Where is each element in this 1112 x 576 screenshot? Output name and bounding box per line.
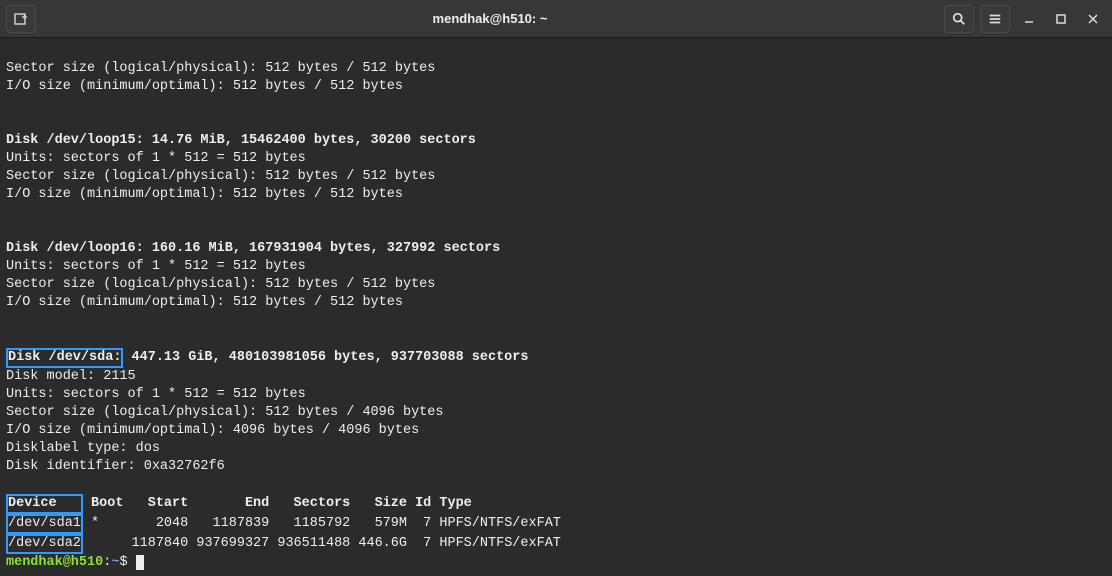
output-line: Disk identifier: 0xa32762f6 [6,459,225,474]
titlebar: mendhak@h510: ~ [0,0,1112,38]
prompt-user: mendhak@h510 [6,555,103,570]
output-line: Disklabel type: dos [6,441,160,456]
table-row-rest: * 2048 1187839 1185792 579M 7 HPFS/NTFS/… [83,516,561,531]
output-line: I/O size (minimum/optimal): 512 bytes / … [6,295,403,310]
close-button[interactable] [1080,6,1106,32]
output-line: Sector size (logical/physical): 512 byte… [6,277,435,292]
table-header-rest: Boot Start End Sectors Size Id Type [83,496,472,511]
disk-sda-info: 447.13 GiB, 480103981056 bytes, 93770308… [123,350,528,365]
window-title: mendhak@h510: ~ [36,11,944,26]
table-row-rest: 1187840 937699327 936511488 446.6G 7 HPF… [83,536,561,551]
terminal-output[interactable]: Sector size (logical/physical): 512 byte… [0,38,1112,576]
output-line: I/O size (minimum/optimal): 512 bytes / … [6,79,403,94]
new-tab-button[interactable] [6,5,36,33]
output-line: Units: sectors of 1 * 512 = 512 bytes [6,151,306,166]
output-line: Units: sectors of 1 * 512 = 512 bytes [6,259,306,274]
prompt-path: ~ [111,555,119,570]
output-line: I/O size (minimum/optimal): 4096 bytes /… [6,423,419,438]
disk-header: Disk /dev/loop15: 14.76 MiB, 15462400 by… [6,133,476,148]
output-line: Sector size (logical/physical): 512 byte… [6,61,435,76]
maximize-button[interactable] [1048,6,1074,32]
titlebar-left [6,5,36,33]
output-line: Sector size (logical/physical): 512 byte… [6,405,443,420]
cursor [136,555,144,570]
prompt-colon: : [103,555,111,570]
highlighted-device-row: /dev/sda2 [6,534,83,554]
output-line: Sector size (logical/physical): 512 byte… [6,169,435,184]
prompt-dollar: $ [119,555,135,570]
highlighted-device-row: /dev/sda1 [6,514,83,534]
disk-header: Disk /dev/loop16: 160.16 MiB, 167931904 … [6,241,500,256]
highlighted-disk-sda: Disk /dev/sda: [6,348,123,368]
titlebar-right [944,5,1106,33]
output-line: I/O size (minimum/optimal): 512 bytes / … [6,187,403,202]
highlighted-device-header: Device [6,494,83,514]
search-button[interactable] [944,5,974,33]
output-line: Disk model: 2115 [6,369,136,384]
menu-button[interactable] [980,5,1010,33]
output-line: Units: sectors of 1 * 512 = 512 bytes [6,387,306,402]
minimize-button[interactable] [1016,6,1042,32]
